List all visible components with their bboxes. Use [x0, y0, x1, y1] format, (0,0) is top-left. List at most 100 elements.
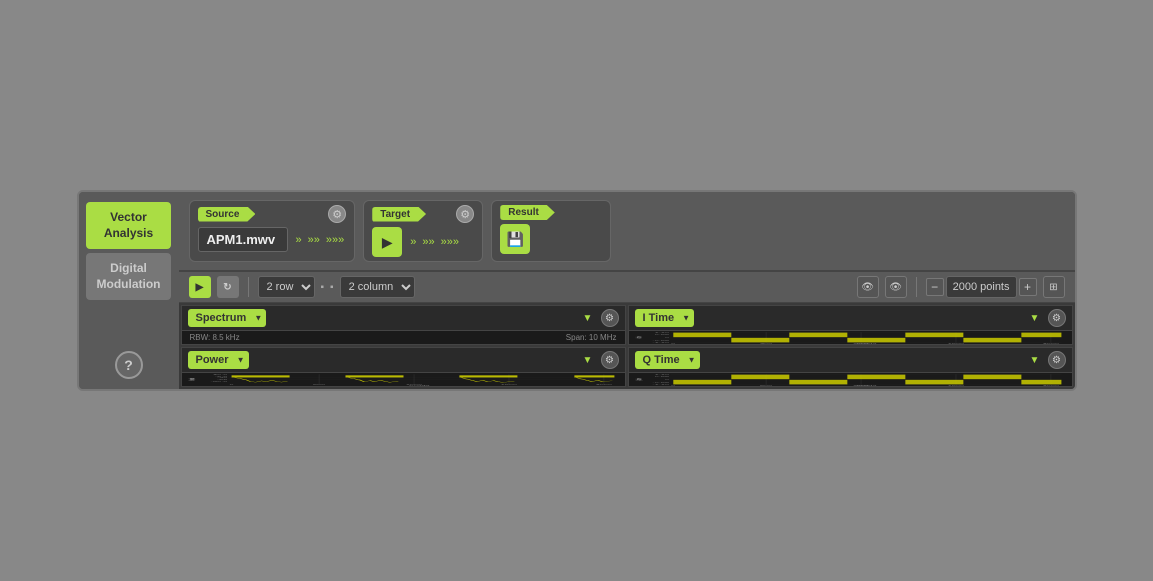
result-save-button[interactable]: 💾	[500, 224, 530, 254]
eye-button-1[interactable]: 👁	[857, 276, 879, 298]
points-plus-btn[interactable]: +	[1019, 278, 1037, 296]
svg-text:0: 0	[671, 343, 675, 344]
target-arrow-3[interactable]: »»»	[439, 234, 461, 250]
result-content: 💾	[500, 224, 602, 254]
power-svg: Power (dBm) 0 500 1000 1500 2000 Points …	[182, 373, 625, 386]
i-time-gear[interactable]: ⚙	[1048, 309, 1066, 327]
sidebar-vector-analysis[interactable]: Vector Analysis	[86, 202, 171, 249]
target-arrow-1[interactable]: »	[408, 234, 418, 250]
spectrum-title[interactable]: Spectrum	[188, 309, 267, 327]
source-arrow-3[interactable]: »»»	[324, 232, 346, 248]
q-time-panel: Q Time ▼ ⚙	[628, 347, 1073, 387]
i-time-header: I Time ▼ ⚙	[629, 306, 1072, 331]
points-minus-btn[interactable]: −	[926, 278, 944, 296]
result-section: Result 💾	[491, 200, 611, 262]
separator-1	[248, 277, 249, 297]
i-time-header-right: ▼ ⚙	[1026, 309, 1066, 327]
source-header: Source ⚙	[198, 205, 347, 223]
result-header: Result	[500, 205, 602, 220]
help-button[interactable]: ?	[115, 351, 143, 379]
separator-2	[916, 277, 917, 297]
i-time-body: I - channel 0 300 1000 1500 2000 Points …	[629, 331, 1072, 344]
svg-text:0: 0	[671, 385, 675, 386]
svg-text:0.55: 0.55	[654, 335, 668, 336]
target-arrows: » »» »»»	[408, 234, 461, 250]
svg-text:1.10: 1.10	[654, 374, 668, 375]
svg-text:-1.10: -1.10	[652, 343, 669, 344]
q-time-down-icon[interactable]: ▼	[1026, 351, 1044, 369]
svg-text:2000: 2000	[1042, 343, 1059, 344]
source-gear[interactable]: ⚙	[328, 205, 346, 223]
target-arrow-2[interactable]: »»	[420, 234, 436, 250]
result-label: Result	[500, 205, 555, 220]
col-select[interactable]: 2 column 1 column 3 column	[340, 276, 415, 298]
source-arrows: » »» »»»	[294, 232, 347, 248]
main-container: Vector Analysis Digital Modulation ? Sou…	[77, 190, 1077, 391]
i-time-title[interactable]: I Time	[635, 309, 695, 327]
separator-dot: ▪	[330, 282, 334, 293]
spectrum-panel: Spectrum ▼ ⚙	[181, 305, 626, 345]
svg-text:0: 0	[664, 379, 668, 380]
i-time-down-icon[interactable]: ▼	[1026, 309, 1044, 327]
svg-text:Q - channel: Q - channel	[636, 378, 644, 381]
source-filename: APM1.mwv	[198, 227, 288, 252]
svg-text:I - channel: I - channel	[636, 336, 644, 338]
sidebar: Vector Analysis Digital Modulation ?	[79, 192, 179, 389]
spectrum-footer-right: Span: 10 MHz	[566, 333, 617, 342]
source-arrow-1[interactable]: »	[294, 232, 304, 248]
loop-control[interactable]: ↻	[217, 276, 239, 298]
source-section: Source ⚙ APM1.mwv » »» »»»	[189, 200, 356, 262]
target-gear[interactable]: ⚙	[456, 205, 474, 223]
power-panel: Power ▼ ⚙	[181, 347, 626, 387]
q-time-gear[interactable]: ⚙	[1048, 351, 1066, 369]
content-area: Source ⚙ APM1.mwv » »» »»» Target ⚙	[179, 192, 1075, 389]
source-arrow-2[interactable]: »»	[306, 232, 322, 248]
power-header-right: ▼ ⚙	[579, 351, 619, 369]
svg-text:1.10: 1.10	[654, 332, 668, 333]
svg-text:Power (dBm): Power (dBm)	[189, 378, 197, 381]
spectrum-header: Spectrum ▼ ⚙	[182, 306, 625, 331]
eye-button-2[interactable]: 👁	[885, 276, 907, 298]
i-time-panel: I Time ▼ ⚙	[628, 305, 1073, 345]
source-label: Source	[198, 207, 256, 222]
i-time-svg: I - channel 0 300 1000 1500 2000 Points …	[629, 331, 1072, 344]
svg-text:300: 300	[759, 343, 771, 344]
power-down-icon[interactable]: ▼	[579, 351, 597, 369]
row-select[interactable]: 2 row 1 row 3 row	[258, 276, 315, 298]
svg-text:2000: 2000	[1042, 385, 1059, 386]
sidebar-digital-modulation[interactable]: Digital Modulation	[86, 253, 171, 300]
target-header: Target ⚙	[372, 205, 474, 223]
svg-text:1500: 1500	[947, 385, 964, 386]
spectrum-footer-left: RBW: 8.5 kHz	[190, 333, 240, 342]
svg-text:0.55: 0.55	[654, 377, 668, 378]
power-title[interactable]: Power	[188, 351, 249, 369]
row-col-separator: ▪	[321, 282, 325, 293]
power-header: Power ▼ ⚙	[182, 348, 625, 373]
target-content: ▶ » »» »»»	[372, 227, 474, 257]
svg-text:0: 0	[664, 337, 668, 338]
spectrum-down-icon[interactable]: ▼	[579, 309, 597, 327]
play-control[interactable]: ▶	[189, 276, 211, 298]
svg-text:-0.55: -0.55	[652, 382, 669, 383]
target-play-button[interactable]: ▶	[372, 227, 402, 257]
spectrum-footer: RBW: 8.5 kHz Span: 10 MHz	[182, 331, 625, 344]
q-time-header: Q Time ▼ ⚙	[629, 348, 1072, 373]
target-label: Target	[372, 207, 426, 222]
snap-button[interactable]: ⊞	[1043, 276, 1065, 298]
top-toolbar: Source ⚙ APM1.mwv » »» »»» Target ⚙	[179, 192, 1075, 272]
source-content: APM1.mwv » »» »»»	[198, 227, 347, 252]
points-control: − 2000 points +	[926, 276, 1037, 298]
q-time-header-right: ▼ ⚙	[1026, 351, 1066, 369]
svg-text:500: 500	[759, 385, 771, 386]
svg-text:-0.55: -0.55	[652, 340, 669, 341]
svg-text:1500: 1500	[947, 343, 964, 344]
spectrum-gear[interactable]: ⚙	[601, 309, 619, 327]
power-gear[interactable]: ⚙	[601, 351, 619, 369]
svg-text:-1.10: -1.10	[652, 385, 669, 386]
target-section: Target ⚙ ▶ » »» »»»	[363, 200, 483, 262]
control-bar: ▶ ↻ 2 row 1 row 3 row ▪ ▪ 2 column 1 col…	[179, 272, 1075, 303]
q-time-title[interactable]: Q Time	[635, 351, 700, 369]
plots-grid: Spectrum ▼ ⚙	[179, 303, 1075, 389]
sidebar-bottom: ?	[86, 351, 171, 379]
q-time-body: Q - channel 0 500 1000 1500 2000 Points …	[629, 373, 1072, 386]
